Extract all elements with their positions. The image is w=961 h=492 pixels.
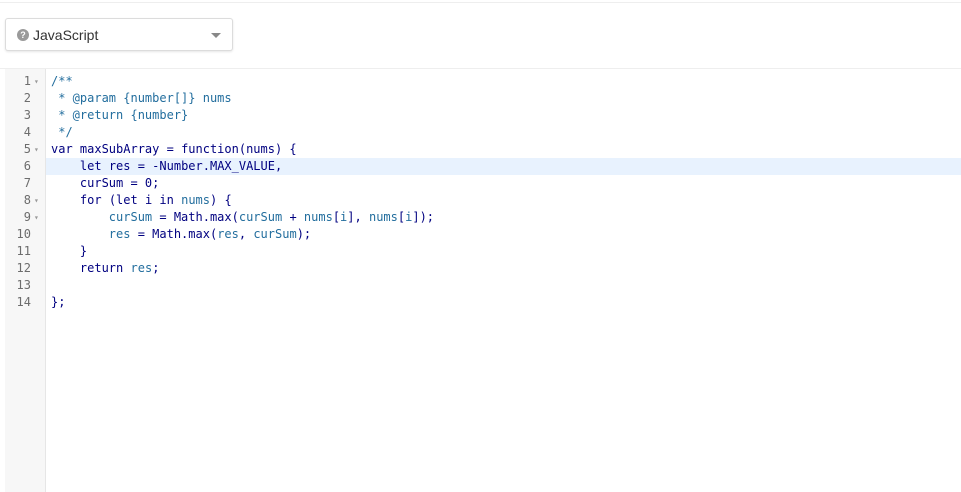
line-number: 4 xyxy=(23,125,31,139)
code-line[interactable]: /** xyxy=(51,73,73,90)
code-token: curSum xyxy=(253,227,297,241)
code-line[interactable]: curSum = Math.max(curSum + nums[i], nums… xyxy=(51,209,434,226)
line-number: 13 xyxy=(16,278,31,292)
code-token: ( xyxy=(101,193,117,207)
line-number: 11 xyxy=(16,244,31,258)
code-token: maxSubArray = xyxy=(72,142,182,156)
language-select[interactable]: ? JavaScript xyxy=(5,18,233,51)
code-token: nums xyxy=(368,210,398,224)
code-line[interactable]: curSum = 0; xyxy=(51,175,159,192)
question-circle-icon[interactable]: ? xyxy=(17,29,29,41)
code-token: (nums) { xyxy=(238,142,297,156)
fold-toggle-icon[interactable]: ▾ xyxy=(34,141,42,158)
fold-toggle-icon[interactable]: ▾ xyxy=(34,209,42,226)
code-token: = Math.max( xyxy=(152,210,239,224)
code-token: let xyxy=(79,159,102,173)
code-line[interactable]: * @param {number[]} nums xyxy=(51,90,232,107)
code-token: function xyxy=(181,142,239,156)
code-token: res xyxy=(108,227,131,241)
code-token: } xyxy=(51,244,88,258)
code-token: [ xyxy=(332,210,341,224)
code-line[interactable]: for (let i in nums) { xyxy=(51,192,232,209)
line-number: 10 xyxy=(16,227,31,241)
code-token: ], xyxy=(347,210,369,224)
line-number: 7 xyxy=(23,176,31,190)
code-line[interactable]: res = Math.max(res, curSum); xyxy=(51,226,311,243)
fold-toggle-icon[interactable]: ▾ xyxy=(34,73,42,90)
code-editor[interactable]: 1 ▾ 2 3 4 5 ▾ 6 7 8 ▾ 9 ▾ 10 11 12 13 14 /** * @param {nu… xyxy=(5,69,961,492)
code-token: ); xyxy=(296,227,312,241)
line-number: 6 xyxy=(23,159,31,173)
code-token: curSum = 0; xyxy=(51,176,160,190)
code-line[interactable]: var maxSubArray = function(nums) { xyxy=(51,141,297,158)
line-number: 3 xyxy=(23,108,31,122)
code-token: + xyxy=(282,210,304,224)
code-line[interactable]: } xyxy=(51,243,87,260)
code-token: var xyxy=(51,142,73,156)
code-token: nums xyxy=(303,210,333,224)
line-number: 1 xyxy=(23,74,31,88)
code-line[interactable]: */ xyxy=(51,124,73,141)
code-line[interactable]: }; xyxy=(51,294,65,311)
code-token: res = -Number.MAX_VALUE, xyxy=(101,159,283,173)
code-token: res xyxy=(130,261,153,275)
code-token: res xyxy=(217,227,239,241)
code-line[interactable]: * @return {number} xyxy=(51,107,188,124)
code-token: /** xyxy=(51,74,73,88)
line-number: 5 xyxy=(23,142,31,156)
line-number-gutter: 1 ▾ 2 3 4 5 ▾ 6 7 8 ▾ 9 ▾ 10 11 12 13 14 xyxy=(5,69,46,492)
top-divider xyxy=(0,2,961,3)
caret-down-icon xyxy=(211,33,221,38)
line-number: 2 xyxy=(23,91,31,105)
language-select-value: JavaScript xyxy=(33,27,99,43)
code-token: ) { xyxy=(210,193,232,207)
code-token: for xyxy=(79,193,102,207)
code-line[interactable]: let res = -Number.MAX_VALUE, xyxy=(51,158,282,175)
code-token: * @param {number[]} nums xyxy=(51,91,232,105)
code-token: let xyxy=(116,193,138,207)
code-token: return xyxy=(79,261,124,275)
code-token: curSum xyxy=(108,210,153,224)
line-number: 12 xyxy=(16,261,31,275)
code-token: }; xyxy=(51,295,66,309)
line-number: 14 xyxy=(16,295,31,309)
code-token: , xyxy=(238,227,254,241)
code-token: * @return {number} xyxy=(51,108,189,122)
line-number: 9 xyxy=(23,210,31,224)
code-token: = Math.max( xyxy=(130,227,218,241)
code-token: curSum xyxy=(238,210,283,224)
code-token: in xyxy=(159,193,174,207)
code-token: nums xyxy=(181,193,211,207)
code-token: ; xyxy=(152,261,160,275)
line-number: 8 xyxy=(23,193,31,207)
code-token: i xyxy=(137,193,160,207)
code-token: */ xyxy=(51,125,73,139)
fold-toggle-icon[interactable]: ▾ xyxy=(34,192,42,209)
code-line[interactable]: return res; xyxy=(51,260,160,277)
code-token: ]); xyxy=(412,210,435,224)
